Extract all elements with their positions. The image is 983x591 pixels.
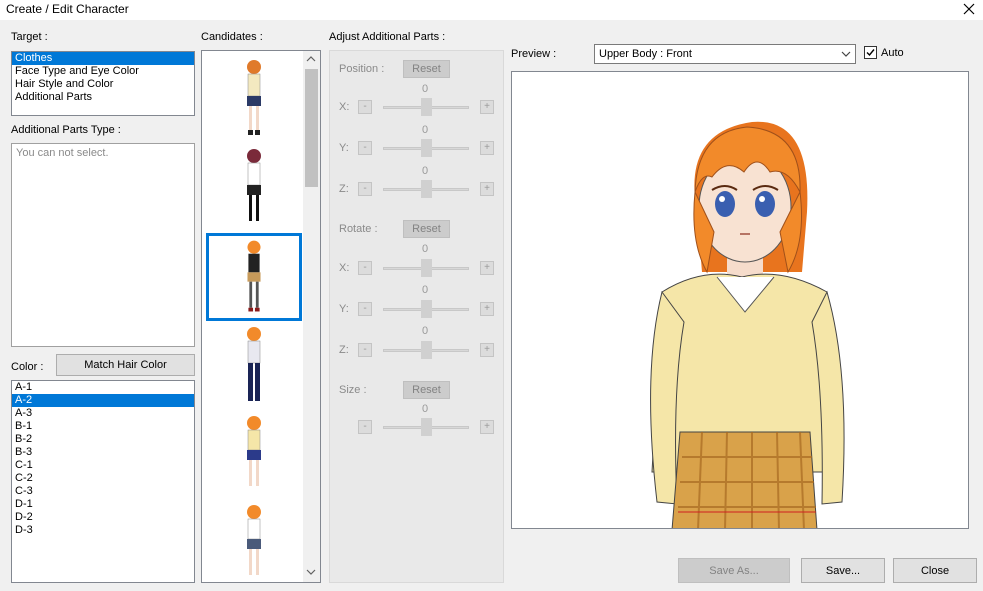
color-item[interactable]: A-1 bbox=[12, 381, 194, 394]
candidates-list[interactable] bbox=[201, 50, 321, 583]
chevron-up-icon[interactable] bbox=[306, 55, 316, 63]
rotate-z-label: Z: bbox=[339, 344, 349, 356]
close-button[interactable]: Close bbox=[893, 558, 977, 583]
candidate-thumbnail[interactable] bbox=[206, 500, 302, 582]
title-bar: Create / Edit Character bbox=[0, 0, 983, 20]
character-figure-icon bbox=[247, 60, 261, 135]
rotate-z-minus-button[interactable]: - bbox=[358, 343, 372, 357]
rotate-y-slider-thumb[interactable] bbox=[421, 300, 432, 318]
rotate-label: Rotate : bbox=[339, 223, 378, 235]
close-icon[interactable] bbox=[961, 1, 977, 17]
character-figure-icon bbox=[247, 505, 261, 575]
color-item[interactable]: D-1 bbox=[12, 498, 194, 511]
preview-canvas[interactable] bbox=[511, 71, 969, 529]
character-figure-icon bbox=[247, 416, 261, 486]
color-item[interactable]: A-2 bbox=[12, 394, 194, 407]
color-item[interactable]: A-3 bbox=[12, 407, 194, 420]
target-listbox[interactable]: Clothes Face Type and Eye Color Hair Sty… bbox=[11, 51, 195, 116]
rotate-y-label: Y: bbox=[339, 303, 349, 315]
position-label: Position : bbox=[339, 63, 385, 75]
rotate-y-minus-button[interactable]: - bbox=[358, 302, 372, 316]
color-item[interactable]: B-3 bbox=[12, 446, 194, 459]
rotate-x-plus-button[interactable]: + bbox=[480, 261, 494, 275]
candidate-thumbnail[interactable] bbox=[206, 55, 302, 143]
scrollbar-thumb[interactable] bbox=[305, 69, 318, 187]
position-x-minus-button[interactable]: - bbox=[358, 100, 372, 114]
position-z-minus-button[interactable]: - bbox=[358, 182, 372, 196]
position-y-value: 0 bbox=[422, 124, 429, 136]
additional-parts-type-list: You can not select. bbox=[11, 143, 195, 347]
size-label: Size : bbox=[339, 384, 367, 396]
preview-view-value: Upper Body : Front bbox=[599, 48, 692, 60]
character-figure-icon bbox=[247, 240, 261, 312]
adjust-parts-label: Adjust Additional Parts : bbox=[329, 31, 446, 43]
position-x-value: 0 bbox=[422, 83, 429, 95]
character-figure-icon bbox=[247, 327, 261, 401]
size-slider-thumb[interactable] bbox=[421, 418, 432, 436]
character-figure-icon bbox=[247, 149, 261, 221]
target-item-hair[interactable]: Hair Style and Color bbox=[12, 78, 194, 91]
match-hair-color-button[interactable]: Match Hair Color bbox=[56, 354, 195, 376]
color-item[interactable]: D-3 bbox=[12, 524, 194, 537]
color-listbox[interactable]: A-1 A-2 A-3 B-1 B-2 B-3 C-1 C-2 C-3 D-1 … bbox=[11, 380, 195, 583]
color-item[interactable]: C-1 bbox=[12, 459, 194, 472]
size-value: 0 bbox=[422, 403, 429, 415]
preview-label: Preview : bbox=[511, 48, 557, 60]
target-item-face[interactable]: Face Type and Eye Color bbox=[12, 65, 194, 78]
candidate-thumbnail[interactable] bbox=[206, 411, 302, 499]
rotate-x-slider-thumb[interactable] bbox=[421, 259, 432, 277]
color-item[interactable]: C-3 bbox=[12, 485, 194, 498]
candidate-thumbnail[interactable] bbox=[206, 322, 302, 410]
position-y-minus-button[interactable]: - bbox=[358, 141, 372, 155]
rotate-x-value: 0 bbox=[422, 243, 429, 255]
position-x-slider-thumb[interactable] bbox=[421, 98, 432, 116]
window-title: Create / Edit Character bbox=[6, 2, 129, 16]
target-item-additional[interactable]: Additional Parts bbox=[12, 91, 194, 104]
additional-parts-type-label: Additional Parts Type : bbox=[11, 124, 121, 136]
character-preview-icon bbox=[650, 121, 845, 528]
color-item[interactable]: C-2 bbox=[12, 472, 194, 485]
size-plus-button[interactable]: + bbox=[480, 420, 494, 434]
auto-checkbox[interactable] bbox=[864, 46, 877, 59]
position-reset-button[interactable]: Reset bbox=[403, 60, 450, 78]
rotate-z-plus-button[interactable]: + bbox=[480, 343, 494, 357]
checkmark-icon bbox=[866, 49, 875, 57]
save-button[interactable]: Save... bbox=[801, 558, 885, 583]
preview-view-select[interactable]: Upper Body : Front bbox=[594, 44, 856, 64]
position-x-label: X: bbox=[339, 101, 350, 113]
target-label: Target : bbox=[11, 31, 48, 43]
candidate-thumbnail-selected[interactable] bbox=[206, 233, 302, 321]
rotate-reset-button[interactable]: Reset bbox=[403, 220, 450, 238]
rotate-z-value: 0 bbox=[422, 325, 429, 337]
auto-label: Auto bbox=[881, 47, 904, 59]
position-y-slider-thumb[interactable] bbox=[421, 139, 432, 157]
chevron-down-icon[interactable] bbox=[306, 568, 316, 576]
target-item-clothes[interactable]: Clothes bbox=[12, 52, 194, 65]
rotate-y-plus-button[interactable]: + bbox=[480, 302, 494, 316]
rotate-y-value: 0 bbox=[422, 284, 429, 296]
position-z-slider-thumb[interactable] bbox=[421, 180, 432, 198]
candidates-label: Candidates : bbox=[201, 31, 263, 43]
rotate-x-minus-button[interactable]: - bbox=[358, 261, 372, 275]
rotate-z-slider-thumb[interactable] bbox=[421, 341, 432, 359]
save-as-button[interactable]: Save As... bbox=[678, 558, 790, 583]
size-reset-button[interactable]: Reset bbox=[403, 381, 450, 399]
position-y-label: Y: bbox=[339, 142, 349, 154]
position-z-label: Z: bbox=[339, 183, 349, 195]
adjust-parts-panel: Position : Reset 0 X: - + 0 Y: - + 0 Z: … bbox=[329, 50, 504, 583]
color-label: Color : bbox=[11, 361, 44, 373]
position-z-plus-button[interactable]: + bbox=[480, 182, 494, 196]
position-z-value: 0 bbox=[422, 165, 429, 177]
size-minus-button[interactable]: - bbox=[358, 420, 372, 434]
chevron-down-icon bbox=[841, 51, 851, 57]
candidates-scrollbar[interactable] bbox=[303, 51, 320, 582]
rotate-x-label: X: bbox=[339, 262, 350, 274]
color-item[interactable]: D-2 bbox=[12, 511, 194, 524]
position-y-plus-button[interactable]: + bbox=[480, 141, 494, 155]
position-x-plus-button[interactable]: + bbox=[480, 100, 494, 114]
candidate-thumbnail[interactable] bbox=[206, 144, 302, 232]
color-item[interactable]: B-2 bbox=[12, 433, 194, 446]
color-item[interactable]: B-1 bbox=[12, 420, 194, 433]
